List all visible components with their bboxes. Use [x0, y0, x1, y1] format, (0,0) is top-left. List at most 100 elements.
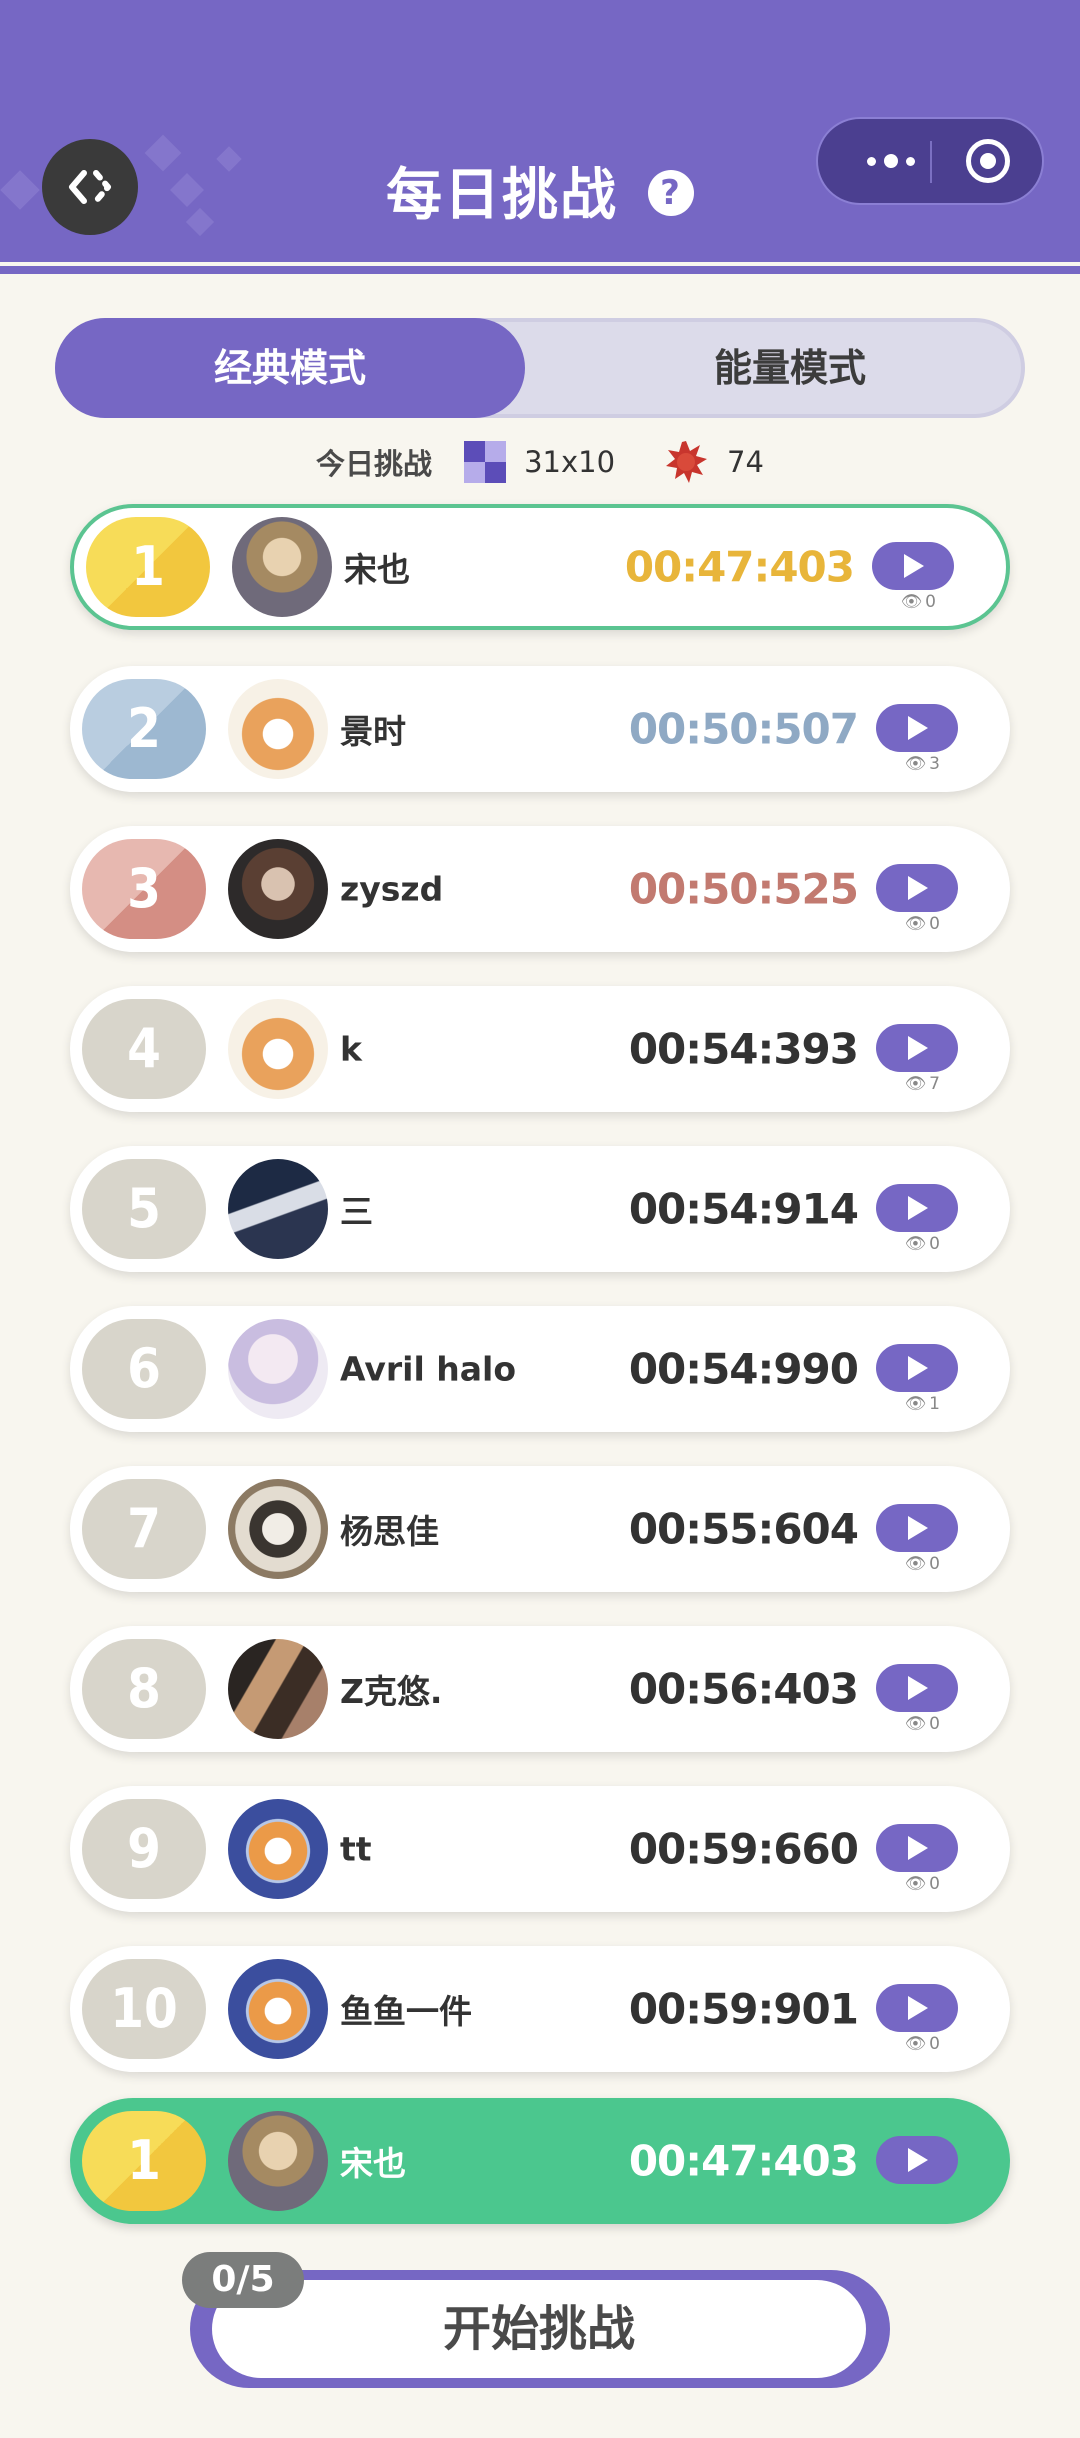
avatar	[228, 1799, 328, 1899]
view-count-value: 0	[929, 1874, 940, 1894]
view-count: 👁 0	[905, 1714, 940, 1734]
grid-icon	[464, 441, 507, 483]
replay-play-button[interactable]	[876, 1184, 958, 1232]
tab-energy-mode[interactable]: 能量模式	[555, 318, 1025, 418]
player-name: 杨思佳	[340, 1512, 439, 1551]
finish-time: 00:54:914	[628, 1184, 859, 1234]
rank-badge: 1	[86, 517, 210, 617]
view-count-value: 7	[929, 1074, 940, 1094]
mini-program-capsule	[816, 117, 1044, 205]
view-count-value: 0	[929, 2034, 940, 2054]
replay-play-button[interactable]	[876, 1504, 958, 1552]
avatar	[228, 1959, 328, 2059]
view-count-value: 0	[925, 592, 936, 612]
capsule-divider	[930, 141, 932, 183]
avatar	[232, 517, 332, 617]
finish-time: 00:47:403	[628, 2136, 859, 2186]
header-bar: 每日挑战?	[0, 0, 1080, 262]
replay-play-button[interactable]	[876, 2136, 958, 2184]
attempts-badge: 0/5	[182, 2252, 304, 2308]
view-count: 👁 3	[905, 754, 940, 774]
rank-badge: 10	[82, 1959, 206, 2059]
finish-time: 00:59:901	[628, 1984, 859, 2034]
finish-time: 00:56:403	[628, 1664, 859, 1714]
replay-play-button[interactable]	[876, 704, 958, 752]
leaderboard-row: 7 杨思佳 00:55:604 👁 0	[70, 1466, 1010, 1592]
view-count-value: 0	[929, 1714, 940, 1734]
challenge-info: 今日挑战 31x10 74	[0, 434, 1080, 490]
leaderboard-row: 8 Z克悠. 00:56:403 👁 0	[70, 1626, 1010, 1752]
leaderboard-row: 10 鱼鱼一件 00:59:901 👁 0	[70, 1946, 1010, 2072]
leaderboard-row: 2 景时 00:50:507 👁 3	[70, 666, 1010, 792]
avatar	[228, 679, 328, 779]
replay-play-button[interactable]	[876, 1024, 958, 1072]
view-count-value: 0	[929, 1554, 940, 1574]
avatar	[228, 1639, 328, 1739]
rank-badge: 7	[82, 1479, 206, 1579]
mine-icon	[666, 441, 708, 483]
eye-icon: 👁	[904, 1714, 927, 1734]
player-name: 宋也	[340, 2144, 406, 2183]
eye-icon: 👁	[904, 1874, 927, 1894]
mode-tabs: 经典模式 能量模式	[55, 318, 1025, 418]
finish-time: 00:47:403	[624, 542, 855, 592]
avatar	[228, 1479, 328, 1579]
replay-play-button[interactable]	[876, 1344, 958, 1392]
leaderboard-row: 6 Avril halo 00:54:990 👁 1	[70, 1306, 1010, 1432]
dot-icon	[906, 156, 915, 166]
eye-icon: 👁	[904, 1394, 927, 1414]
view-count: 👁 0	[905, 1234, 940, 1254]
tab-classic-mode[interactable]: 经典模式	[55, 318, 525, 418]
start-challenge-button[interactable]: 开始挑战	[212, 2280, 866, 2378]
rank-badge: 3	[82, 839, 206, 939]
view-count: 👁 0	[905, 2034, 940, 2054]
avatar	[228, 1319, 328, 1419]
mine-count: 74	[727, 445, 764, 479]
eye-icon: 👁	[904, 914, 927, 934]
view-count-value: 3	[929, 754, 940, 774]
rank-badge: 6	[82, 1319, 206, 1419]
eye-icon: 👁	[900, 592, 923, 612]
avatar	[228, 839, 328, 939]
dot-icon	[867, 156, 876, 166]
avatar	[228, 2111, 328, 2211]
leaderboard-row: 1 宋也 00:47:403 👁 0	[70, 504, 1010, 630]
avatar	[228, 1159, 328, 1259]
player-name: Z克悠.	[340, 1672, 443, 1711]
player-name: k	[340, 1029, 362, 1069]
dot-icon	[884, 154, 898, 168]
leaderboard-row: 3 zyszd 00:50:525 👁 0	[70, 826, 1010, 952]
player-name: 三	[340, 1192, 373, 1231]
close-target-icon[interactable]	[966, 139, 1010, 183]
player-name: tt	[340, 1829, 372, 1869]
replay-play-button[interactable]	[876, 1664, 958, 1712]
player-name: 景时	[340, 712, 406, 751]
view-count: 👁 0	[905, 1874, 940, 1894]
finish-time: 00:50:507	[628, 704, 859, 754]
view-count-value: 0	[929, 1234, 940, 1254]
more-options-button[interactable]	[846, 119, 936, 203]
player-name: 鱼鱼一件	[340, 1992, 472, 2031]
replay-play-button[interactable]	[876, 864, 958, 912]
rank-badge: 5	[82, 1159, 206, 1259]
player-name: Avril halo	[340, 1349, 517, 1389]
leaderboard-row: 4 k 00:54:393 👁 7	[70, 986, 1010, 1112]
rank-badge: 9	[82, 1799, 206, 1899]
help-icon[interactable]: ?	[648, 169, 694, 216]
view-count: 👁 7	[905, 1074, 940, 1094]
header-divider	[0, 266, 1080, 274]
view-count-value: 0	[929, 914, 940, 934]
rank-badge: 1	[82, 2111, 206, 2211]
page-title-text: 每日挑战	[386, 163, 618, 228]
avatar	[228, 999, 328, 1099]
replay-play-button[interactable]	[876, 1984, 958, 2032]
finish-time: 00:54:393	[628, 1024, 859, 1074]
finish-time: 00:54:990	[628, 1344, 859, 1394]
replay-play-button[interactable]	[872, 542, 954, 590]
rank-badge: 2	[82, 679, 206, 779]
challenge-label: 今日挑战	[316, 447, 433, 481]
eye-icon: 👁	[904, 1234, 927, 1254]
eye-icon: 👁	[904, 1554, 927, 1574]
replay-play-button[interactable]	[876, 1824, 958, 1872]
my-rank-row: 1 宋也 00:47:403	[70, 2098, 1010, 2224]
